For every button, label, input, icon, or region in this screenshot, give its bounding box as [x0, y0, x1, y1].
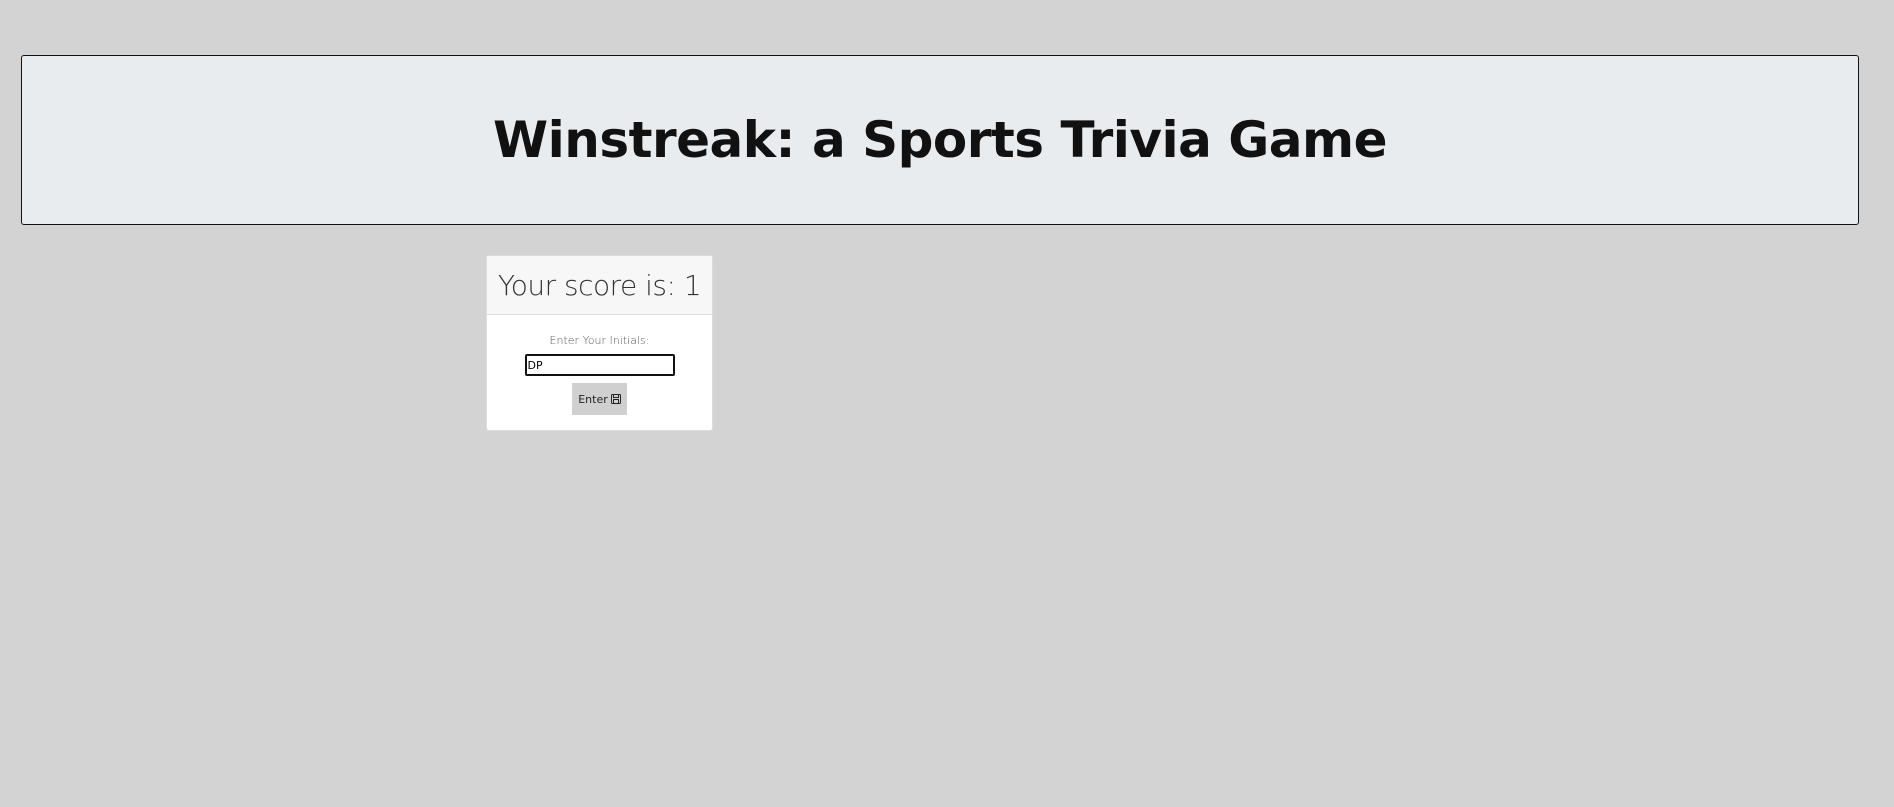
save-icon — [610, 394, 621, 404]
score-text: Your score is: 1 — [497, 268, 702, 302]
enter-button[interactable]: Enter — [572, 383, 627, 415]
initials-label: Enter Your Initials: — [549, 334, 650, 347]
enter-button-label: Enter — [578, 392, 608, 406]
initials-input[interactable] — [524, 354, 675, 376]
score-card-body: Enter Your Initials: Enter — [487, 315, 712, 415]
score-card: Your score is: 1 Enter Your Initials: En… — [486, 255, 713, 431]
page-header: Winstreak: a Sports Trivia Game — [21, 55, 1859, 225]
page-title: Winstreak: a Sports Trivia Game — [492, 111, 1388, 169]
score-card-header: Your score is: 1 — [487, 256, 712, 315]
